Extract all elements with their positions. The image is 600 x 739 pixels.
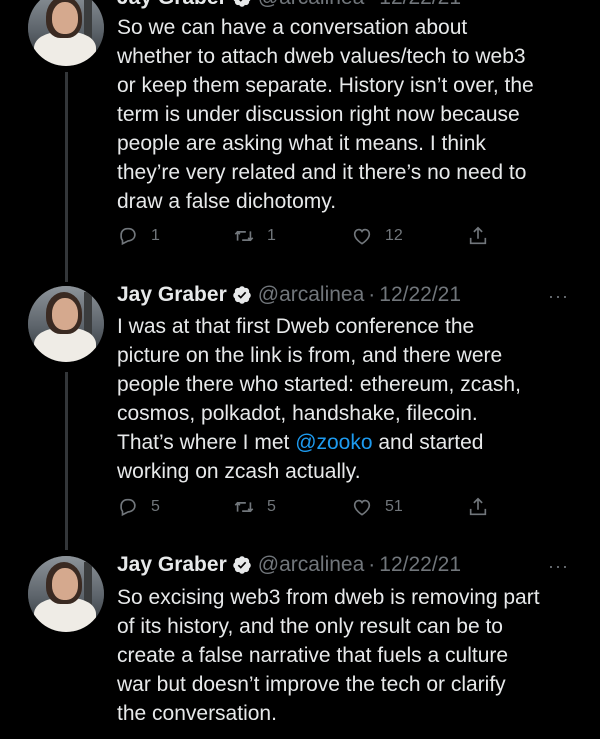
reply-count: 1: [151, 227, 160, 244]
text-line: war but doesn’t improve the tech or clar…: [117, 673, 506, 696]
tweet-date[interactable]: 12/22/21: [379, 283, 461, 307]
text-line: people are asking what it means. I think: [117, 132, 486, 155]
text-line: picture on the link is from, and there w…: [117, 344, 503, 367]
tweet-date[interactable]: 12/22/21: [379, 553, 461, 577]
text-line: I was at that first Dweb conference the: [117, 315, 475, 338]
retweet-button[interactable]: 1: [233, 225, 276, 247]
text-line: create a false narrative that fuels a cu…: [117, 644, 509, 667]
text-line: of its history, and the only result can …: [117, 615, 503, 638]
author-name[interactable]: Jay Graber: [117, 553, 227, 577]
text-line: the conversation.: [117, 702, 277, 725]
like-count: 12: [385, 227, 403, 244]
tweet[interactable]: Jay Graber @arcalinea · 12/22/21 So we c…: [0, 0, 600, 270]
separator-dot: ·: [368, 283, 376, 306]
retweet-button[interactable]: 5: [233, 496, 276, 518]
text-fragment: and started: [372, 431, 484, 454]
retweet-count: 5: [267, 498, 276, 515]
verified-badge-icon: [233, 286, 251, 304]
avatar[interactable]: [28, 556, 104, 632]
tweet[interactable]: Jay Graber @arcalinea · 12/22/21 ··· I w…: [0, 270, 600, 545]
heart-icon: [353, 499, 371, 516]
tweet-text: I was at that first Dweb conference the …: [117, 312, 587, 486]
avatar[interactable]: [28, 286, 104, 362]
avatar[interactable]: [28, 0, 104, 66]
text-line: draw a false dichotomy.: [117, 190, 337, 213]
tweet-actions: 1 1 12: [117, 225, 497, 251]
tweet-header: Jay Graber @arcalinea · 12/22/21: [117, 283, 461, 307]
tweet-header: Jay Graber @arcalinea · 12/22/21: [117, 0, 461, 10]
tweet-actions: 5 5 51: [117, 496, 497, 522]
verified-badge-icon: [233, 0, 251, 7]
mention-link[interactable]: @zooko: [295, 431, 372, 454]
text-line: cosmos, polkadot, handshake, filecoin.: [117, 402, 478, 425]
author-name[interactable]: Jay Graber: [117, 0, 227, 10]
reply-icon: [120, 498, 136, 517]
more-options-icon[interactable]: ···: [548, 556, 569, 577]
like-button[interactable]: 51: [351, 496, 403, 518]
author-name[interactable]: Jay Graber: [117, 283, 227, 307]
verified-badge-icon: [233, 556, 251, 574]
share-icon: [469, 497, 487, 516]
author-handle[interactable]: @arcalinea: [258, 0, 365, 10]
tweet-header: Jay Graber @arcalinea · 12/22/21: [117, 553, 461, 577]
author-handle[interactable]: @arcalinea: [258, 283, 365, 307]
reply-count: 5: [151, 498, 160, 515]
text-fragment: That’s where I met: [117, 431, 296, 454]
text-line: term is under discussion right now becau…: [117, 103, 520, 126]
text-line: So excising web3 from dweb is removing p…: [117, 586, 540, 609]
more-options-icon[interactable]: ···: [548, 286, 569, 307]
reply-button[interactable]: 1: [117, 225, 160, 247]
text-line-with-mention: That’s where I met @zooko and started: [117, 428, 587, 457]
share-button[interactable]: [467, 496, 501, 518]
heart-icon: [353, 228, 371, 245]
share-icon: [469, 226, 487, 245]
text-line: So we can have a conversation about: [117, 16, 468, 39]
text-line: or keep them separate. History isn’t ove…: [117, 74, 534, 97]
retweet-count: 1: [267, 227, 276, 244]
tweet-text: So excising web3 from dweb is removing p…: [117, 583, 587, 728]
tweet-text: So we can have a conversation about whet…: [117, 13, 587, 216]
text-line: people there who started: ethereum, zcas…: [117, 373, 521, 396]
reply-button[interactable]: 5: [117, 496, 160, 518]
like-button[interactable]: 12: [351, 225, 403, 247]
separator-dot: ·: [368, 553, 376, 576]
text-line: whether to attach dweb values/tech to we…: [117, 45, 526, 68]
reply-icon: [120, 227, 136, 246]
text-line: they’re very related and it there’s no n…: [117, 161, 527, 184]
author-handle[interactable]: @arcalinea: [258, 553, 365, 577]
separator-dot: ·: [368, 0, 375, 10]
tweet[interactable]: Jay Graber @arcalinea · 12/22/21 ··· So …: [0, 540, 600, 739]
like-count: 51: [385, 498, 403, 515]
retweet-icon: [234, 501, 254, 513]
retweet-icon: [234, 230, 254, 242]
tweet-date[interactable]: 12/22/21: [379, 0, 461, 10]
share-button[interactable]: [467, 225, 501, 247]
text-line: working on zcash actually.: [117, 460, 361, 483]
